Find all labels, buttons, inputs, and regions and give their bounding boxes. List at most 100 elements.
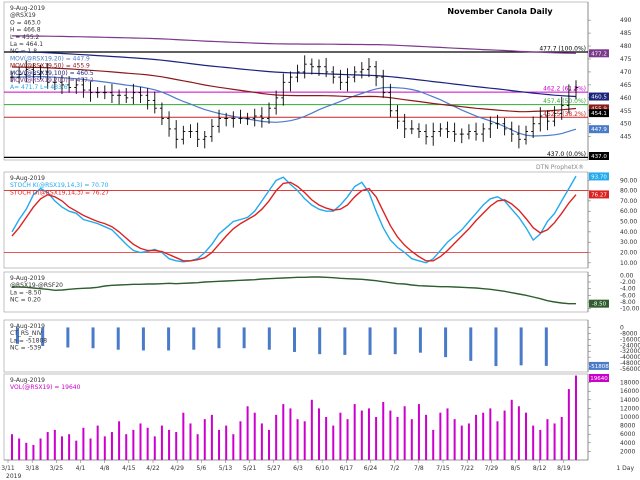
price-y-tick-label: 455 <box>620 108 632 115</box>
price-y-tick-label: 470 <box>620 69 632 76</box>
x-axis-year-label: 2019 <box>6 473 21 480</box>
volume-bar <box>489 408 492 460</box>
x-tick-label: 5/13 <box>219 465 233 472</box>
x-tick-label: 8/5 <box>511 465 521 472</box>
cot-bar <box>66 327 70 348</box>
x-tick-label: 7/2 <box>390 465 400 472</box>
volume-bar <box>432 429 435 460</box>
cot-bar <box>343 327 347 355</box>
x-tick-label: 6/24 <box>364 465 378 472</box>
volume-bar <box>68 434 71 460</box>
stochastic-y-tick-label: 30.00 <box>620 239 637 246</box>
volume-bar <box>425 414 428 460</box>
volume-bar <box>439 412 442 460</box>
volume-bar <box>382 401 385 460</box>
volume-y-tick-label: 12000 <box>620 405 639 412</box>
price-value-tag-label: 447.9 <box>591 127 607 133</box>
volume-y-tick-label: 8000 <box>620 423 635 430</box>
stochastic-y-tick-label: 90.00 <box>620 177 637 184</box>
volume-bar <box>160 425 163 460</box>
volume-bar <box>275 414 278 460</box>
volume-bar <box>11 434 13 460</box>
volume-bar <box>296 419 299 460</box>
price-moving-average-line <box>11 50 577 98</box>
spread-legend-line: NC = 0.20 <box>10 297 41 304</box>
volume-bar <box>346 419 349 460</box>
price-level-label: 457.4 (50.0%) <box>543 98 586 105</box>
volume-bar <box>18 438 21 460</box>
volume-bar <box>496 421 499 460</box>
price-level-label: 477.7 (100.0%) <box>539 45 586 52</box>
cot-bar <box>519 327 523 366</box>
price-y-tick-label: 460 <box>620 95 632 102</box>
x-tick-label: 4/1 <box>76 465 86 472</box>
price-y-tick-label: 475 <box>620 56 632 63</box>
price-value-tag-label: 454.1 <box>591 111 607 117</box>
x-tick-label: 7/8 <box>414 465 424 472</box>
spread-series-line <box>12 276 576 305</box>
price-value-tag-label: 460.5 <box>591 95 607 101</box>
price-y-tick-label: 450 <box>620 121 632 128</box>
stochastic-y-tick-label: 80.00 <box>620 188 637 195</box>
volume-bar <box>453 419 456 460</box>
cot-bar <box>192 327 196 350</box>
x-tick-label: 7/15 <box>436 465 450 472</box>
volume-y-tick-label: 10000 <box>620 414 639 421</box>
volume-bar <box>39 438 42 460</box>
cot-y-tick-label: -56000 <box>620 366 640 373</box>
volume-bar <box>403 406 406 460</box>
price-legend-line: H = 466.8 <box>10 27 41 34</box>
volume-bar <box>253 412 256 460</box>
volume-bar <box>46 432 49 460</box>
x-tick-label: 5/6 <box>197 465 207 472</box>
volume-bar <box>132 429 135 460</box>
volume-bar <box>360 410 363 460</box>
cot-bar <box>368 327 372 355</box>
volume-bar <box>260 423 263 460</box>
price-legend-line: MOV(@RSX19,100) = 460.5 <box>10 70 94 77</box>
volume-bar <box>339 412 342 460</box>
cot-bar <box>141 327 145 351</box>
spread-value-tag-label: -8.50 <box>592 302 607 308</box>
volume-bar <box>89 438 92 460</box>
x-tick-label: 6/17 <box>340 465 354 472</box>
volume-panel-frame <box>3 373 589 461</box>
x-tick-label: 5/21 <box>243 465 257 472</box>
x-tick-label: 7/29 <box>485 465 499 472</box>
volume-bar <box>525 412 528 460</box>
x-tick-label: 6/10 <box>315 465 329 472</box>
volume-y-tick-label: 18000 <box>620 380 639 387</box>
volume-bar <box>482 412 485 460</box>
cot-bar <box>293 327 296 352</box>
cot-bar <box>469 327 473 361</box>
stochastic-legend-line: STOCH D(@RSX19,14,3) = 76.27 <box>10 189 109 196</box>
x-tick-label: 3/25 <box>50 465 64 472</box>
x-tick-label: 7/22 <box>460 465 474 472</box>
cot-bar <box>318 327 322 355</box>
cot-legend-line: NC = -539 <box>10 345 41 352</box>
price-legend-line: A= 471.7 L= 433.6 <box>10 84 68 91</box>
x-tick-label: 6/3 <box>293 465 303 472</box>
volume-bar <box>539 429 542 460</box>
spread-legend-line: La = -8.50 <box>10 289 42 296</box>
volume-bar <box>467 423 470 460</box>
x-tick-label: 8/12 <box>533 465 547 472</box>
x-axis-corner-label: 1 Day <box>616 465 634 472</box>
volume-bar <box>75 440 78 460</box>
price-level-label: 452.5 (38.2%) <box>543 111 586 118</box>
cot-value-tag-label: -51808 <box>589 364 609 370</box>
volume-bar <box>575 375 577 460</box>
cot-bar <box>242 327 246 349</box>
volume-bar <box>239 421 242 460</box>
price-legend-line: NC = 1.8 <box>10 48 37 55</box>
volume-bar <box>210 414 213 460</box>
volume-bar <box>146 427 149 460</box>
volume-bar <box>325 417 328 460</box>
price-legend-line: MOV(@RSX19,20) = 447.9 <box>10 55 90 62</box>
volume-bar <box>303 421 306 460</box>
x-tick-label: 4/29 <box>170 465 184 472</box>
volume-bar <box>282 404 285 460</box>
volume-bar <box>118 421 121 460</box>
volume-y-tick-label: 14000 <box>620 397 639 404</box>
x-tick-label: 4/22 <box>146 465 160 472</box>
